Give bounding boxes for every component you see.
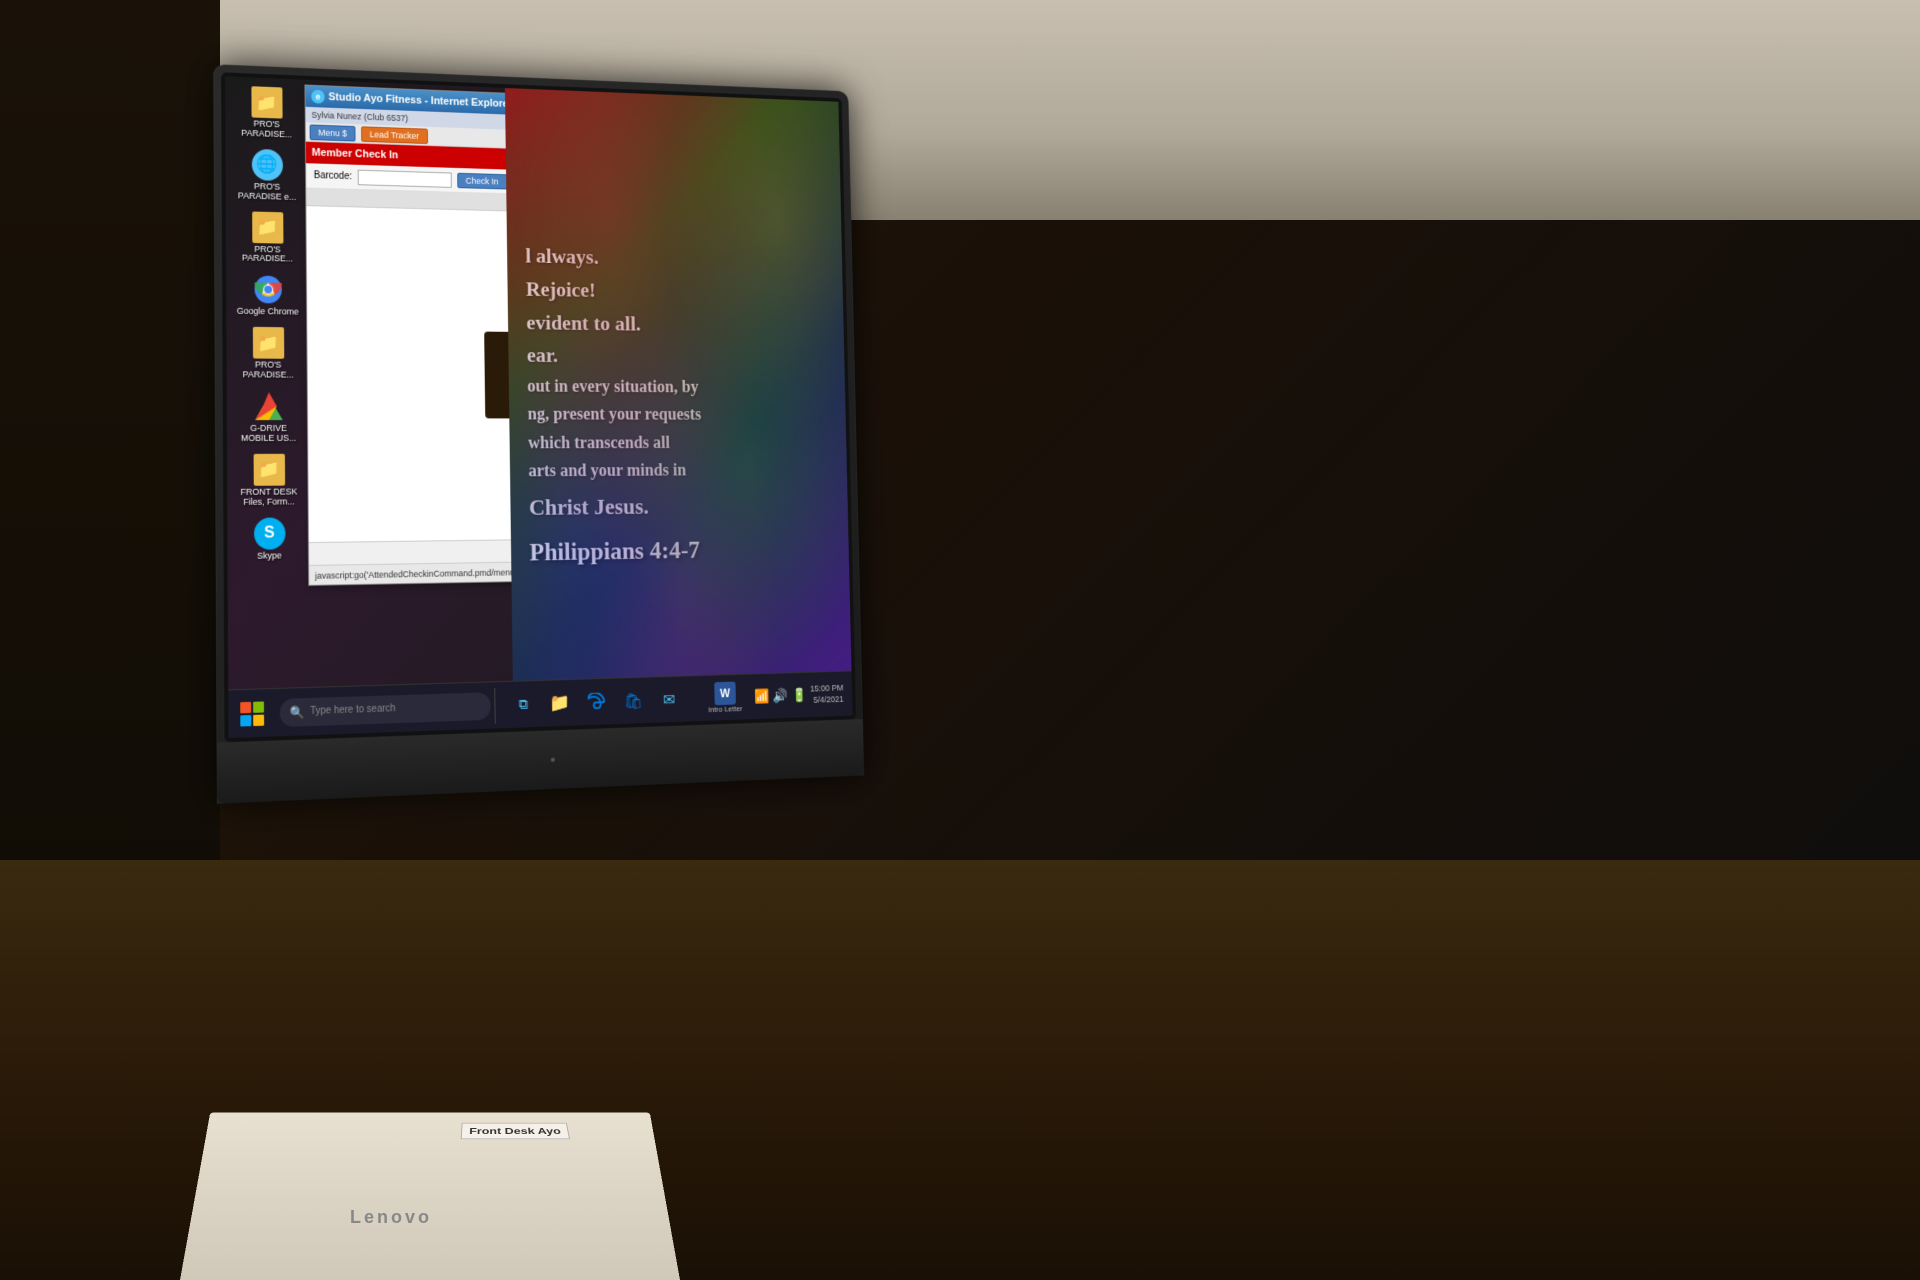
- desktop-icon-skype[interactable]: S Skype: [232, 513, 306, 566]
- scripture-wallpaper: l always. Rejoice! evident to all. ear. …: [505, 88, 853, 728]
- desktop-icon-chrome[interactable]: Google Chrome: [231, 270, 304, 322]
- desktop-icon-label: G-DRIVE MOBILE US...: [234, 424, 303, 444]
- search-placeholder: Type here to search: [310, 703, 396, 717]
- system-tray: 📶 🔊 🔋 15:00 PM 5/4/2021: [754, 682, 852, 707]
- quick-launch-divider: [494, 688, 495, 723]
- windows-quad-yellow: [253, 714, 264, 725]
- network-icon: 📶: [754, 688, 770, 705]
- desktop-icon-label: PRO'S PARADISE...: [233, 244, 301, 265]
- desktop-icon-gdrive[interactable]: G-DRIVE MOBILE US...: [232, 386, 306, 448]
- monitor: 📁 PRO'S PARADISE... 🌐 PRO'S PARADISE e..…: [213, 64, 864, 804]
- desktop: 📁 PRO'S PARADISE... 🌐 PRO'S PARADISE e..…: [225, 76, 853, 738]
- ie-nav-title: Member Check In: [312, 147, 399, 161]
- mail-button[interactable]: ✉: [653, 682, 686, 718]
- tray-time: 15:00 PM 5/4/2021: [810, 683, 844, 706]
- taskbar-apps: W Intro Letter: [694, 676, 755, 720]
- volume-icon: 🔊: [773, 688, 789, 705]
- ie-icon: 🌐: [251, 149, 282, 181]
- search-icon: 🔍: [290, 705, 305, 720]
- folder-icon: 📁: [251, 86, 282, 118]
- desktop-icons: 📁 PRO'S PARADISE... 🌐 PRO'S PARADISE e..…: [225, 76, 312, 687]
- store-button[interactable]: 🛍: [617, 683, 650, 719]
- gdrive-icon: [253, 390, 284, 422]
- desktop-icon-paradise2[interactable]: 📁 PRO'S PARADISE...: [231, 207, 304, 269]
- windows-logo: [240, 701, 264, 726]
- taskbar-app-label: Intro Letter: [708, 704, 742, 714]
- barcode-input[interactable]: [358, 169, 452, 187]
- front-desk-label: Front Desk Ayo: [461, 1123, 571, 1139]
- date: 5/4/2021: [810, 694, 843, 706]
- lead-tracker-button[interactable]: Lead Tracker: [361, 126, 428, 144]
- desktop-icon-frontdesk[interactable]: 📁 FRONT DESK Files, Form...: [232, 450, 306, 512]
- desktop-icon-ie[interactable]: 🌐 PRO'S PARADISE e...: [230, 144, 303, 207]
- search-bar[interactable]: 🔍 Type here to search: [280, 692, 491, 727]
- monitor-indicator: ●: [550, 754, 556, 765]
- desktop-icon-paradise1[interactable]: 📁 PRO'S PARADISE...: [230, 81, 303, 144]
- task-view-button[interactable]: ⧉: [506, 686, 540, 722]
- menu-button[interactable]: Menu $: [310, 124, 356, 141]
- clock: 15:00 PM: [810, 683, 843, 695]
- folder-icon: 📁: [252, 211, 283, 243]
- file-explorer-button[interactable]: 📁: [543, 685, 577, 721]
- desktop-icon-label: PRO'S PARADISE...: [234, 361, 302, 381]
- chrome-icon: [252, 274, 283, 306]
- taskbar-app-word[interactable]: W Intro Letter: [694, 676, 755, 720]
- desktop-icon-label: PRO'S PARADISE...: [233, 119, 301, 141]
- windows-quad-blue: [240, 714, 251, 726]
- wallpaper-colors: [505, 88, 853, 728]
- battery-icon: 🔋: [792, 687, 807, 704]
- ie-user-text: Sylvia Nunez (Club 6537): [311, 110, 408, 123]
- skype-icon: S: [253, 517, 285, 549]
- folder-icon: 📁: [253, 454, 285, 486]
- taskbar-quick-launch: ⧉ 📁 🛍 ✉: [506, 682, 685, 723]
- monitor-bezel: 📁 PRO'S PARADISE... 🌐 PRO'S PARADISE e..…: [221, 72, 856, 742]
- edge-button[interactable]: [580, 684, 613, 720]
- desktop-icon-label: FRONT DESK Files, Form...: [235, 487, 304, 507]
- monitor-screen: 📁 PRO'S PARADISE... 🌐 PRO'S PARADISE e..…: [225, 76, 853, 738]
- desktop-icon-paradise3[interactable]: 📁 PRO'S PARADISE...: [231, 323, 305, 385]
- windows-quad-red: [240, 701, 251, 712]
- ie-title-icon: e: [311, 90, 325, 104]
- folder-icon: 📁: [252, 327, 283, 359]
- desktop-icon-label: Skype: [257, 551, 282, 561]
- check-in-button[interactable]: Check In: [457, 172, 507, 189]
- desk-papers: Front Desk Ayo: [180, 1113, 680, 1280]
- desktop-icon-label: Google Chrome: [237, 307, 299, 318]
- ie-title-text: Studio Ayo Fitness - Internet Explorer: [328, 91, 512, 110]
- lenovo-brand-label: Lenovo: [350, 1207, 432, 1228]
- desktop-icon-label: PRO'S PARADISE e...: [233, 181, 301, 202]
- barcode-label: Barcode:: [314, 170, 352, 182]
- start-button[interactable]: [228, 688, 276, 738]
- windows-quad-green: [253, 701, 264, 712]
- word-icon: W: [714, 682, 736, 706]
